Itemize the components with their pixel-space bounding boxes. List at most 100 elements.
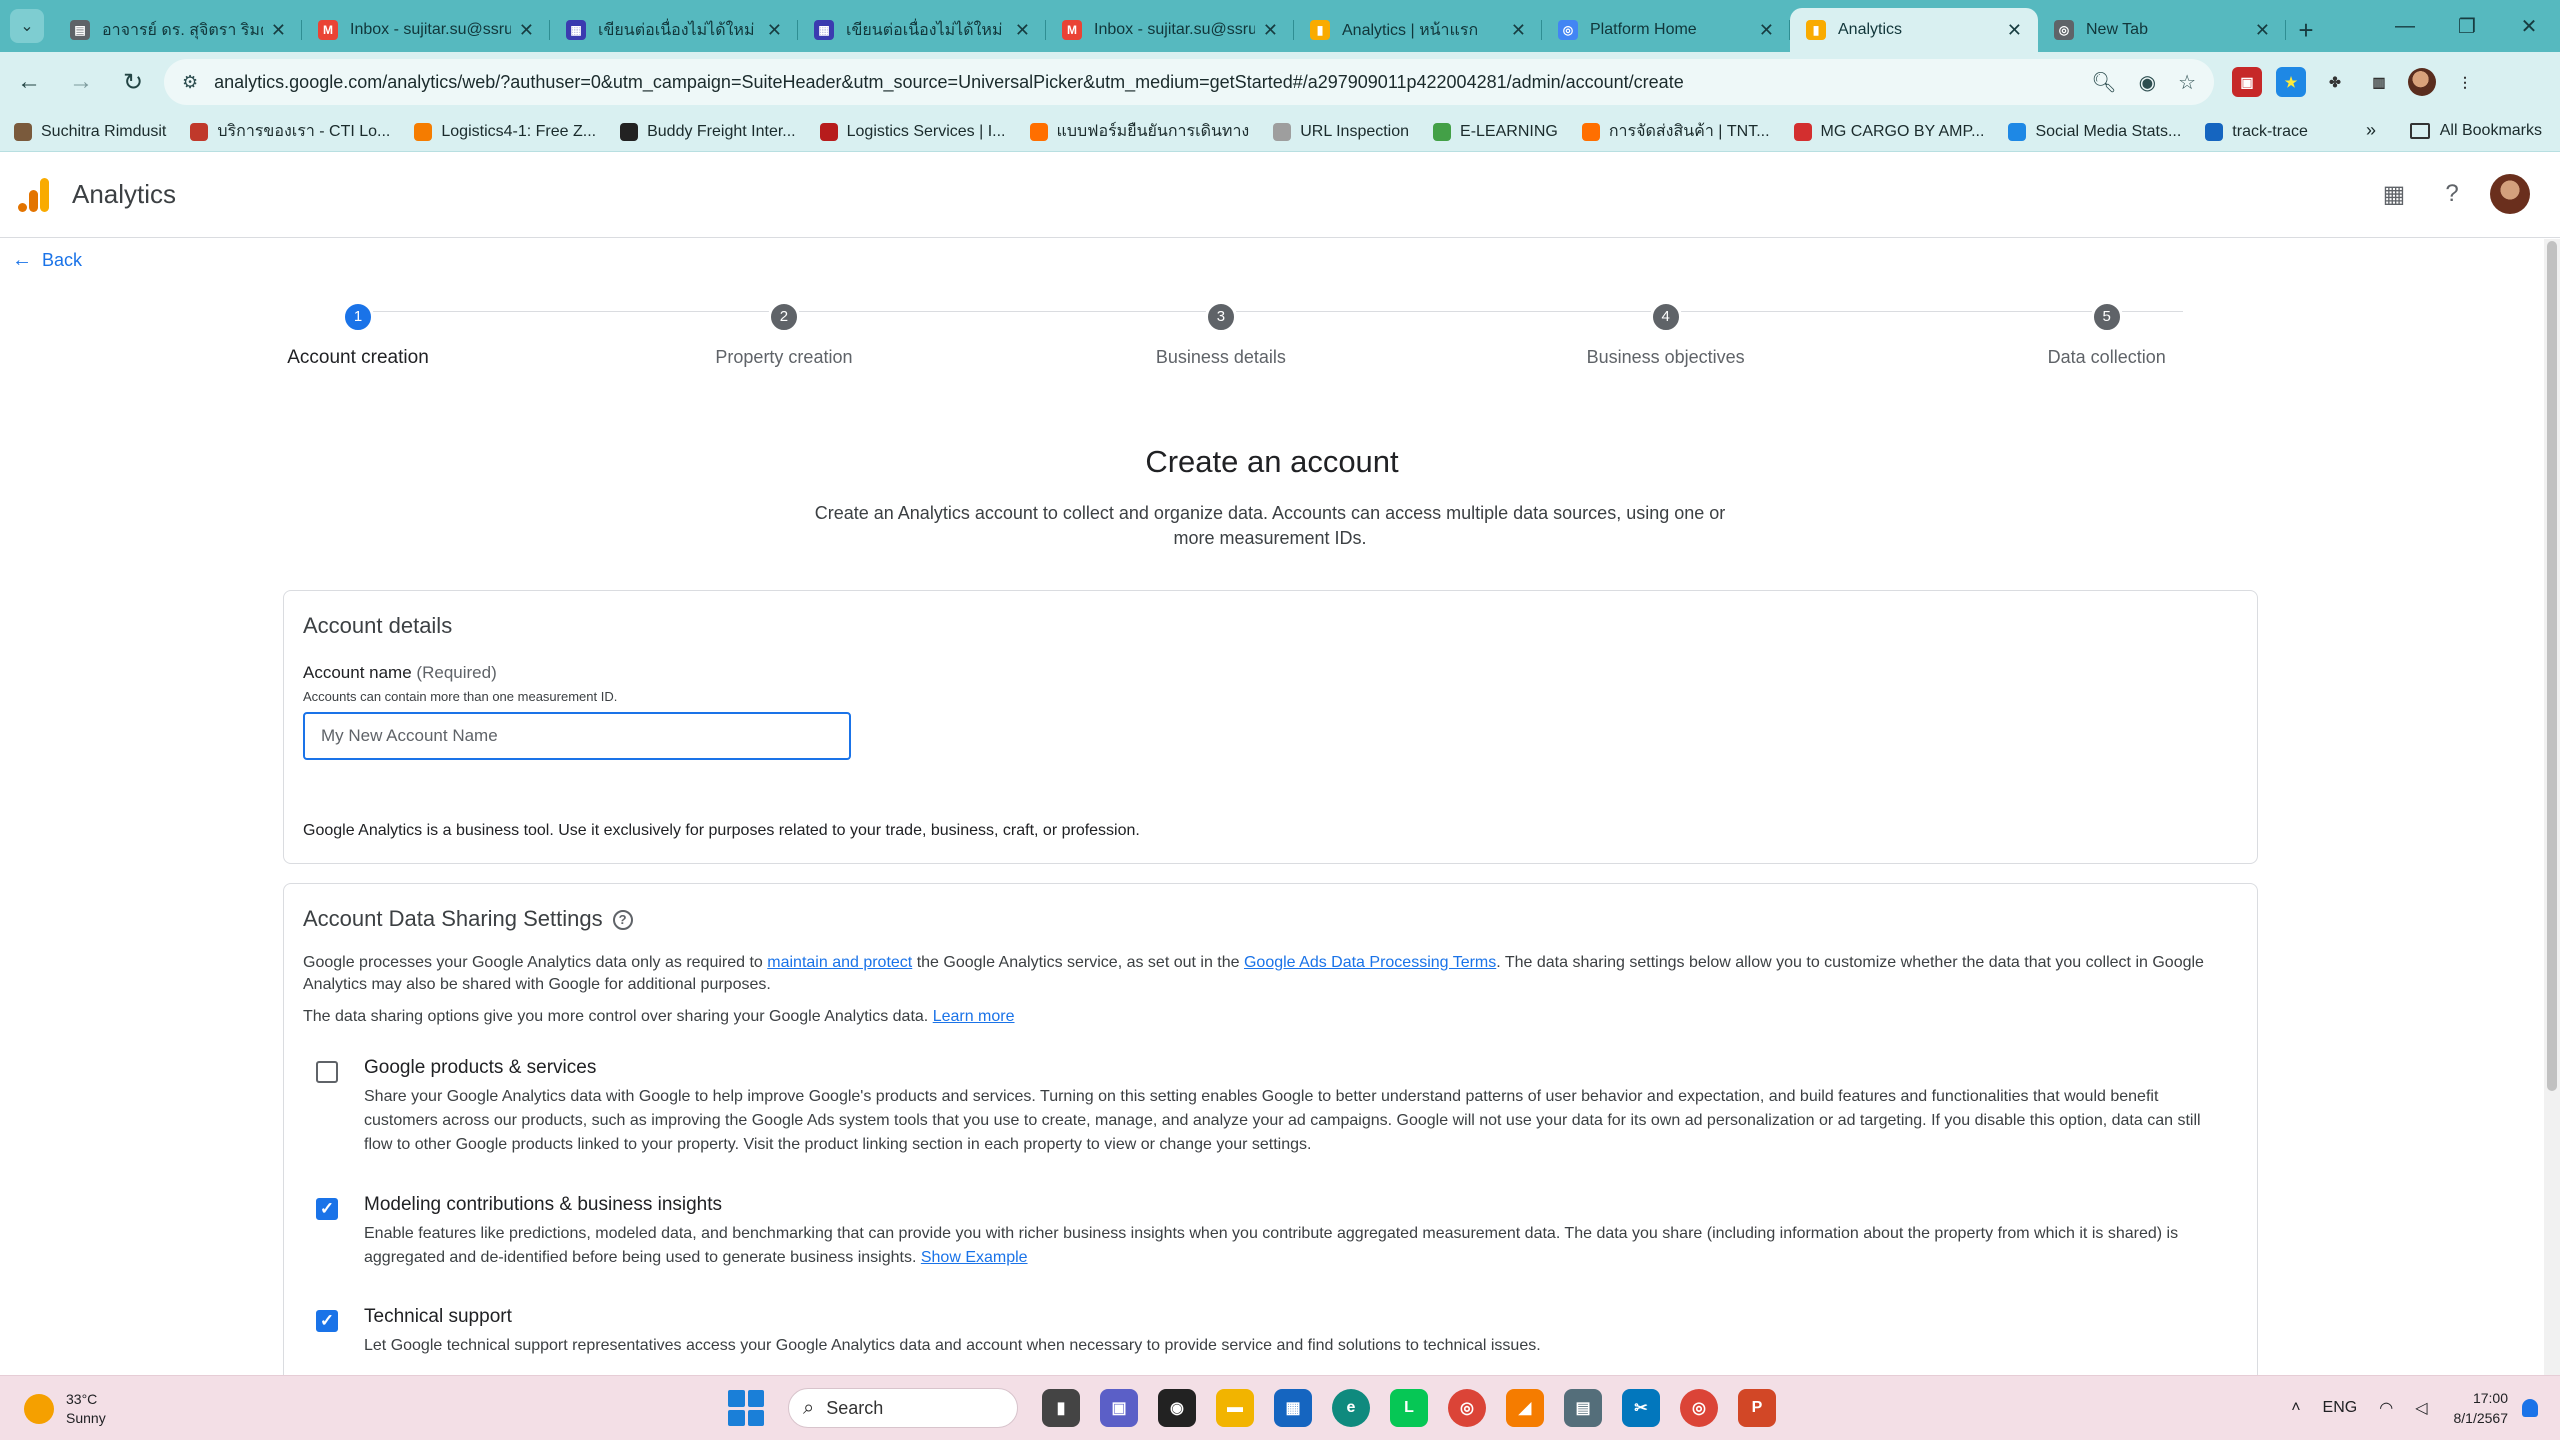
task-view-icon[interactable]: ▮ (1042, 1389, 1080, 1427)
browser-tab[interactable]: ◎ New Tab ✕ (2038, 8, 2286, 52)
maintain-protect-link[interactable]: maintain and protect (767, 954, 912, 971)
bookmark-item[interactable]: Social Media Stats... (2008, 122, 2181, 141)
back-link[interactable]: ← Back (12, 249, 82, 272)
side-panel-icon[interactable]: ▥ (2364, 67, 2394, 97)
account-name-input[interactable] (303, 712, 851, 760)
weather-widget[interactable]: 33°C Sunny (24, 1390, 106, 1428)
powerpoint-icon[interactable]: P (1738, 1389, 1776, 1427)
account-name-label: Account name (Required) (303, 663, 497, 683)
bookmark-item[interactable]: บริการของเรา - CTI Lo... (190, 119, 390, 144)
more-bookmarks-icon[interactable]: » (2366, 120, 2376, 141)
chevron-up-icon[interactable]: ˄ (2291, 1399, 2300, 1417)
step-number: 2 (767, 301, 800, 333)
apps-grid-icon[interactable]: ▦ (2374, 174, 2414, 214)
bookmark-item[interactable]: Logistics4-1: Free Z... (414, 122, 596, 141)
learn-more-link[interactable]: Learn more (933, 1008, 1015, 1025)
close-tab-icon[interactable]: ✕ (2007, 20, 2022, 41)
taskbar-search[interactable]: ⌕ Search (788, 1388, 1018, 1428)
bookmark-item[interactable]: Logistics Services | I... (819, 122, 1006, 141)
minimize-button[interactable]: — (2374, 0, 2436, 52)
capture-app-icon[interactable]: ◉ (1158, 1389, 1196, 1427)
close-tab-icon[interactable]: ✕ (2255, 20, 2270, 41)
forward-nav-button[interactable]: → (58, 59, 104, 105)
show-example-link[interactable]: Show Example (921, 1249, 1028, 1266)
restore-button[interactable]: ❐ (2436, 0, 2498, 52)
browser-tab[interactable]: ▦ เขียนต่อเนื่องไม่ได้ใหม่ ✕ (550, 8, 798, 52)
tab-search-button[interactable]: ⌄ (10, 9, 44, 43)
wifi-icon[interactable]: ◠ (2379, 1398, 2393, 1418)
calculator-icon[interactable]: ▤ (1564, 1389, 1602, 1427)
close-tab-icon[interactable]: ✕ (271, 20, 286, 41)
bookmark-item[interactable]: MG CARGO BY AMP... (1793, 122, 1984, 141)
browser-tab[interactable]: M Inbox - sujitar.su@ssru ✕ (302, 8, 550, 52)
close-tab-icon[interactable]: ✕ (519, 20, 534, 41)
bookmark-item[interactable]: การจัดส่งสินค้า | TNT... (1581, 119, 1770, 144)
browser-tab[interactable]: ▤ อาจารย์ ดร. สุจิตรา ริมดุสิ ✕ (54, 8, 302, 52)
pdf-extension-icon[interactable]: ▣ (2232, 67, 2262, 97)
start-button[interactable] (728, 1390, 764, 1426)
close-tab-icon[interactable]: ✕ (1263, 20, 1278, 41)
help-icon[interactable]: ? (2432, 174, 2472, 214)
volume-icon[interactable]: ◁ (2415, 1398, 2427, 1418)
weather-temp: 33°C (66, 1391, 98, 1407)
file-explorer-icon[interactable]: ▬ (1216, 1389, 1254, 1427)
zoom-icon[interactable]: 🔍︎ (2091, 70, 2116, 95)
modeling-contributions-checkbox[interactable]: ✓ (316, 1198, 338, 1220)
bookmark-item[interactable]: แบบฟอร์มยืนยันการเดินทาง (1029, 119, 1249, 144)
profile-avatar[interactable] (2408, 68, 2436, 96)
notification-bell-icon[interactable] (2522, 1399, 2538, 1417)
bookmark-item[interactable]: E-LEARNING (1433, 122, 1558, 141)
new-tab-button[interactable]: + (2286, 8, 2326, 52)
close-tab-icon[interactable]: ✕ (767, 20, 782, 41)
eye-off-icon[interactable]: ◉ (2139, 70, 2156, 95)
chrome-profile-icon[interactable]: ◎ (1680, 1389, 1718, 1427)
technical-support-checkbox[interactable]: ✓ (316, 1310, 338, 1332)
close-tab-icon[interactable]: ✕ (1511, 20, 1526, 41)
bookmark-item[interactable]: Suchitra Rimdusit (14, 122, 166, 141)
new-extension-icon[interactable]: ★ (2276, 67, 2306, 97)
close-tab-icon[interactable]: ✕ (1759, 20, 1774, 41)
close-tab-icon[interactable]: ✕ (1015, 20, 1030, 41)
account-avatar[interactable] (2490, 174, 2530, 214)
site-info-icon[interactable]: ⚙ (182, 72, 198, 93)
bookmark-item[interactable]: track-trace (2205, 122, 2308, 141)
line-icon[interactable]: L (1390, 1389, 1428, 1427)
clock[interactable]: 17:00 8/1/2567 (2454, 1388, 2509, 1428)
help-circle-icon[interactable]: ? (612, 910, 633, 930)
data-sharing-title-text: Account Data Sharing Settings (303, 906, 603, 931)
browser-tab[interactable]: M Inbox - sujitar.su@ssru ✕ (1046, 8, 1294, 52)
bookmark-label: Logistics Services | I... (846, 122, 1006, 140)
edge-icon[interactable]: e (1332, 1389, 1370, 1427)
app-title[interactable]: Analytics (72, 179, 176, 210)
menu-kebab-icon[interactable]: ⋮ (2450, 67, 2480, 97)
snipping-tool-icon[interactable]: ✂ (1622, 1389, 1660, 1427)
back-nav-button[interactable]: ← (6, 59, 52, 105)
analytics-logo-icon[interactable] (18, 177, 50, 212)
star-icon[interactable]: ☆ (2178, 70, 2196, 95)
browser-tab[interactable]: ▮ Analytics | หน้าแรก ✕ (1294, 8, 1542, 52)
browser-tab[interactable]: ◎ Platform Home ✕ (1542, 8, 1790, 52)
ads-terms-link[interactable]: Google Ads Data Processing Terms (1244, 954, 1496, 971)
plus-icon: + (2298, 14, 2314, 45)
bookmark-label: URL Inspection (1300, 122, 1410, 140)
stepper-step: 2 Property creation (654, 301, 914, 368)
reload-button[interactable]: ↻ (110, 59, 156, 105)
bookmark-item[interactable]: URL Inspection (1273, 122, 1410, 141)
language-indicator[interactable]: ENG (2323, 1399, 2358, 1417)
scrollbar-thumb[interactable] (2547, 241, 2557, 1091)
page-scrollbar[interactable] (2544, 239, 2560, 1375)
all-bookmarks-button[interactable]: All Bookmarks (2409, 122, 2542, 140)
teams-icon[interactable]: ▣ (1100, 1389, 1138, 1427)
clock-time: 17:00 (2472, 1390, 2508, 1406)
address-bar[interactable]: ⚙ analytics.google.com/analytics/web/?au… (164, 59, 2214, 105)
browser-tab[interactable]: ▦ เขียนต่อเนื่องไม่ได้ใหม่ ✕ (798, 8, 1046, 52)
orange-app-icon[interactable]: ◢ (1506, 1389, 1544, 1427)
bookmark-item[interactable]: Buddy Freight Inter... (620, 122, 796, 141)
chrome-icon[interactable]: ◎ (1448, 1389, 1486, 1427)
puzzle-icon[interactable]: ✤ (2320, 67, 2350, 97)
store-icon[interactable]: ▦ (1274, 1389, 1312, 1427)
google-products-checkbox[interactable] (316, 1061, 338, 1083)
browser-tab[interactable]: ▮ Analytics ✕ (1790, 8, 2038, 52)
close-window-button[interactable]: ✕ (2498, 0, 2560, 52)
url-text[interactable]: analytics.google.com/analytics/web/?auth… (214, 72, 2069, 93)
